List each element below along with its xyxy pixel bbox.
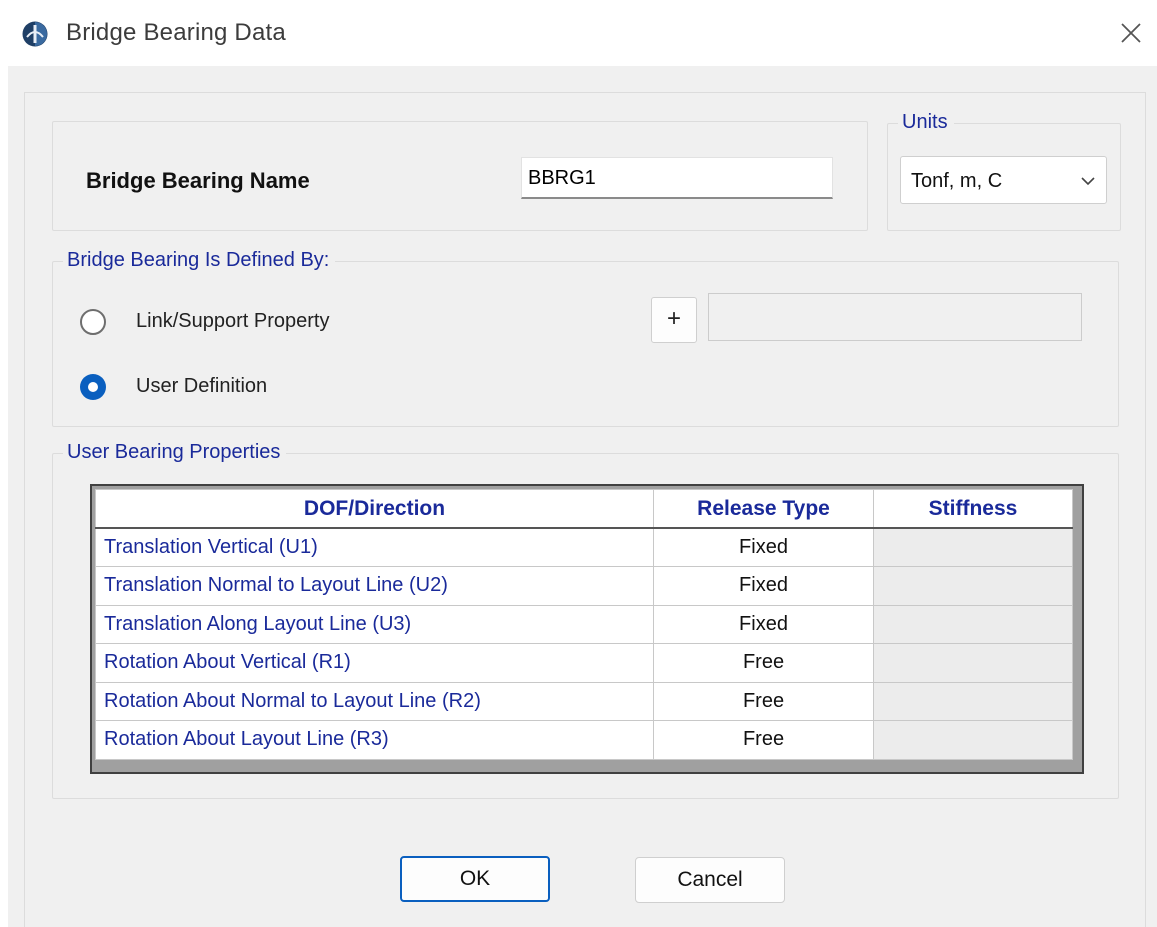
dof-cell: Translation Along Layout Line (U3): [95, 604, 654, 644]
definition-group-title: Bridge Bearing Is Defined By:: [63, 249, 336, 272]
stiffness-cell: [873, 527, 1073, 567]
stiffness-cell: [873, 681, 1073, 721]
radio-label: Link/Support Property: [136, 310, 330, 332]
dof-cell: Rotation About Normal to Layout Line (R2…: [95, 681, 654, 721]
bearing-name-label: Bridge Bearing Name: [86, 168, 310, 193]
table-row[interactable]: Translation Vertical (U1) Fixed: [95, 527, 1073, 567]
release-type-cell[interactable]: Fixed: [653, 566, 874, 606]
dof-cell: Translation Vertical (U1): [95, 527, 654, 567]
table-row[interactable]: Rotation About Normal to Layout Line (R2…: [95, 681, 1073, 721]
release-type-cell[interactable]: Fixed: [653, 604, 874, 644]
table-header-row: DOF/Direction Release Type Stiffness: [95, 489, 1073, 529]
table-row[interactable]: Rotation About Layout Line (R3) Free: [95, 720, 1073, 760]
stiffness-cell: [873, 720, 1073, 760]
title-bar: Bridge Bearing Data: [0, 0, 1157, 66]
table-row[interactable]: Translation Normal to Layout Line (U2) F…: [95, 566, 1073, 606]
release-type-cell[interactable]: Free: [653, 720, 874, 760]
cancel-button[interactable]: Cancel: [635, 857, 785, 903]
window-title: Bridge Bearing Data: [66, 19, 286, 46]
close-icon[interactable]: [1116, 18, 1146, 48]
stiffness-cell: [873, 566, 1073, 606]
chevron-down-icon: [1081, 177, 1095, 186]
column-header-release-type: Release Type: [653, 489, 874, 529]
add-property-button[interactable]: +: [651, 297, 697, 343]
dof-cell: Rotation About Layout Line (R3): [95, 720, 654, 760]
csi-logo-icon: [22, 21, 48, 47]
radio-button[interactable]: [80, 309, 106, 335]
definition-group: Bridge Bearing Is Defined By:: [52, 249, 1119, 427]
stiffness-cell: [873, 643, 1073, 683]
release-type-cell[interactable]: Free: [653, 643, 874, 683]
ok-button[interactable]: OK: [400, 856, 550, 902]
property-name-field: [708, 293, 1082, 341]
stiffness-cell: [873, 604, 1073, 644]
properties-group-title: User Bearing Properties: [63, 441, 287, 464]
dof-cell: Rotation About Vertical (R1): [95, 643, 654, 683]
table-row[interactable]: Translation Along Layout Line (U3) Fixed: [95, 604, 1073, 644]
units-selected-value: Tonf, m, C: [911, 170, 1003, 192]
dof-table: DOF/Direction Release Type Stiffness Tra…: [95, 489, 1073, 760]
release-type-cell[interactable]: Free: [653, 681, 874, 721]
dof-grid: DOF/Direction Release Type Stiffness Tra…: [90, 484, 1084, 774]
units-dropdown[interactable]: Tonf, m, C: [900, 156, 1107, 204]
dof-cell: Translation Normal to Layout Line (U2): [95, 566, 654, 606]
release-type-cell[interactable]: Fixed: [653, 527, 874, 567]
bearing-name-input[interactable]: BBRG1: [521, 157, 833, 199]
units-group-title: Units: [898, 111, 954, 134]
radio-button-selected[interactable]: [80, 374, 106, 400]
column-header-dof: DOF/Direction: [95, 489, 654, 529]
column-header-stiffness: Stiffness: [873, 489, 1073, 529]
radio-label: User Definition: [136, 375, 268, 397]
table-row[interactable]: Rotation About Vertical (R1) Free: [95, 643, 1073, 683]
